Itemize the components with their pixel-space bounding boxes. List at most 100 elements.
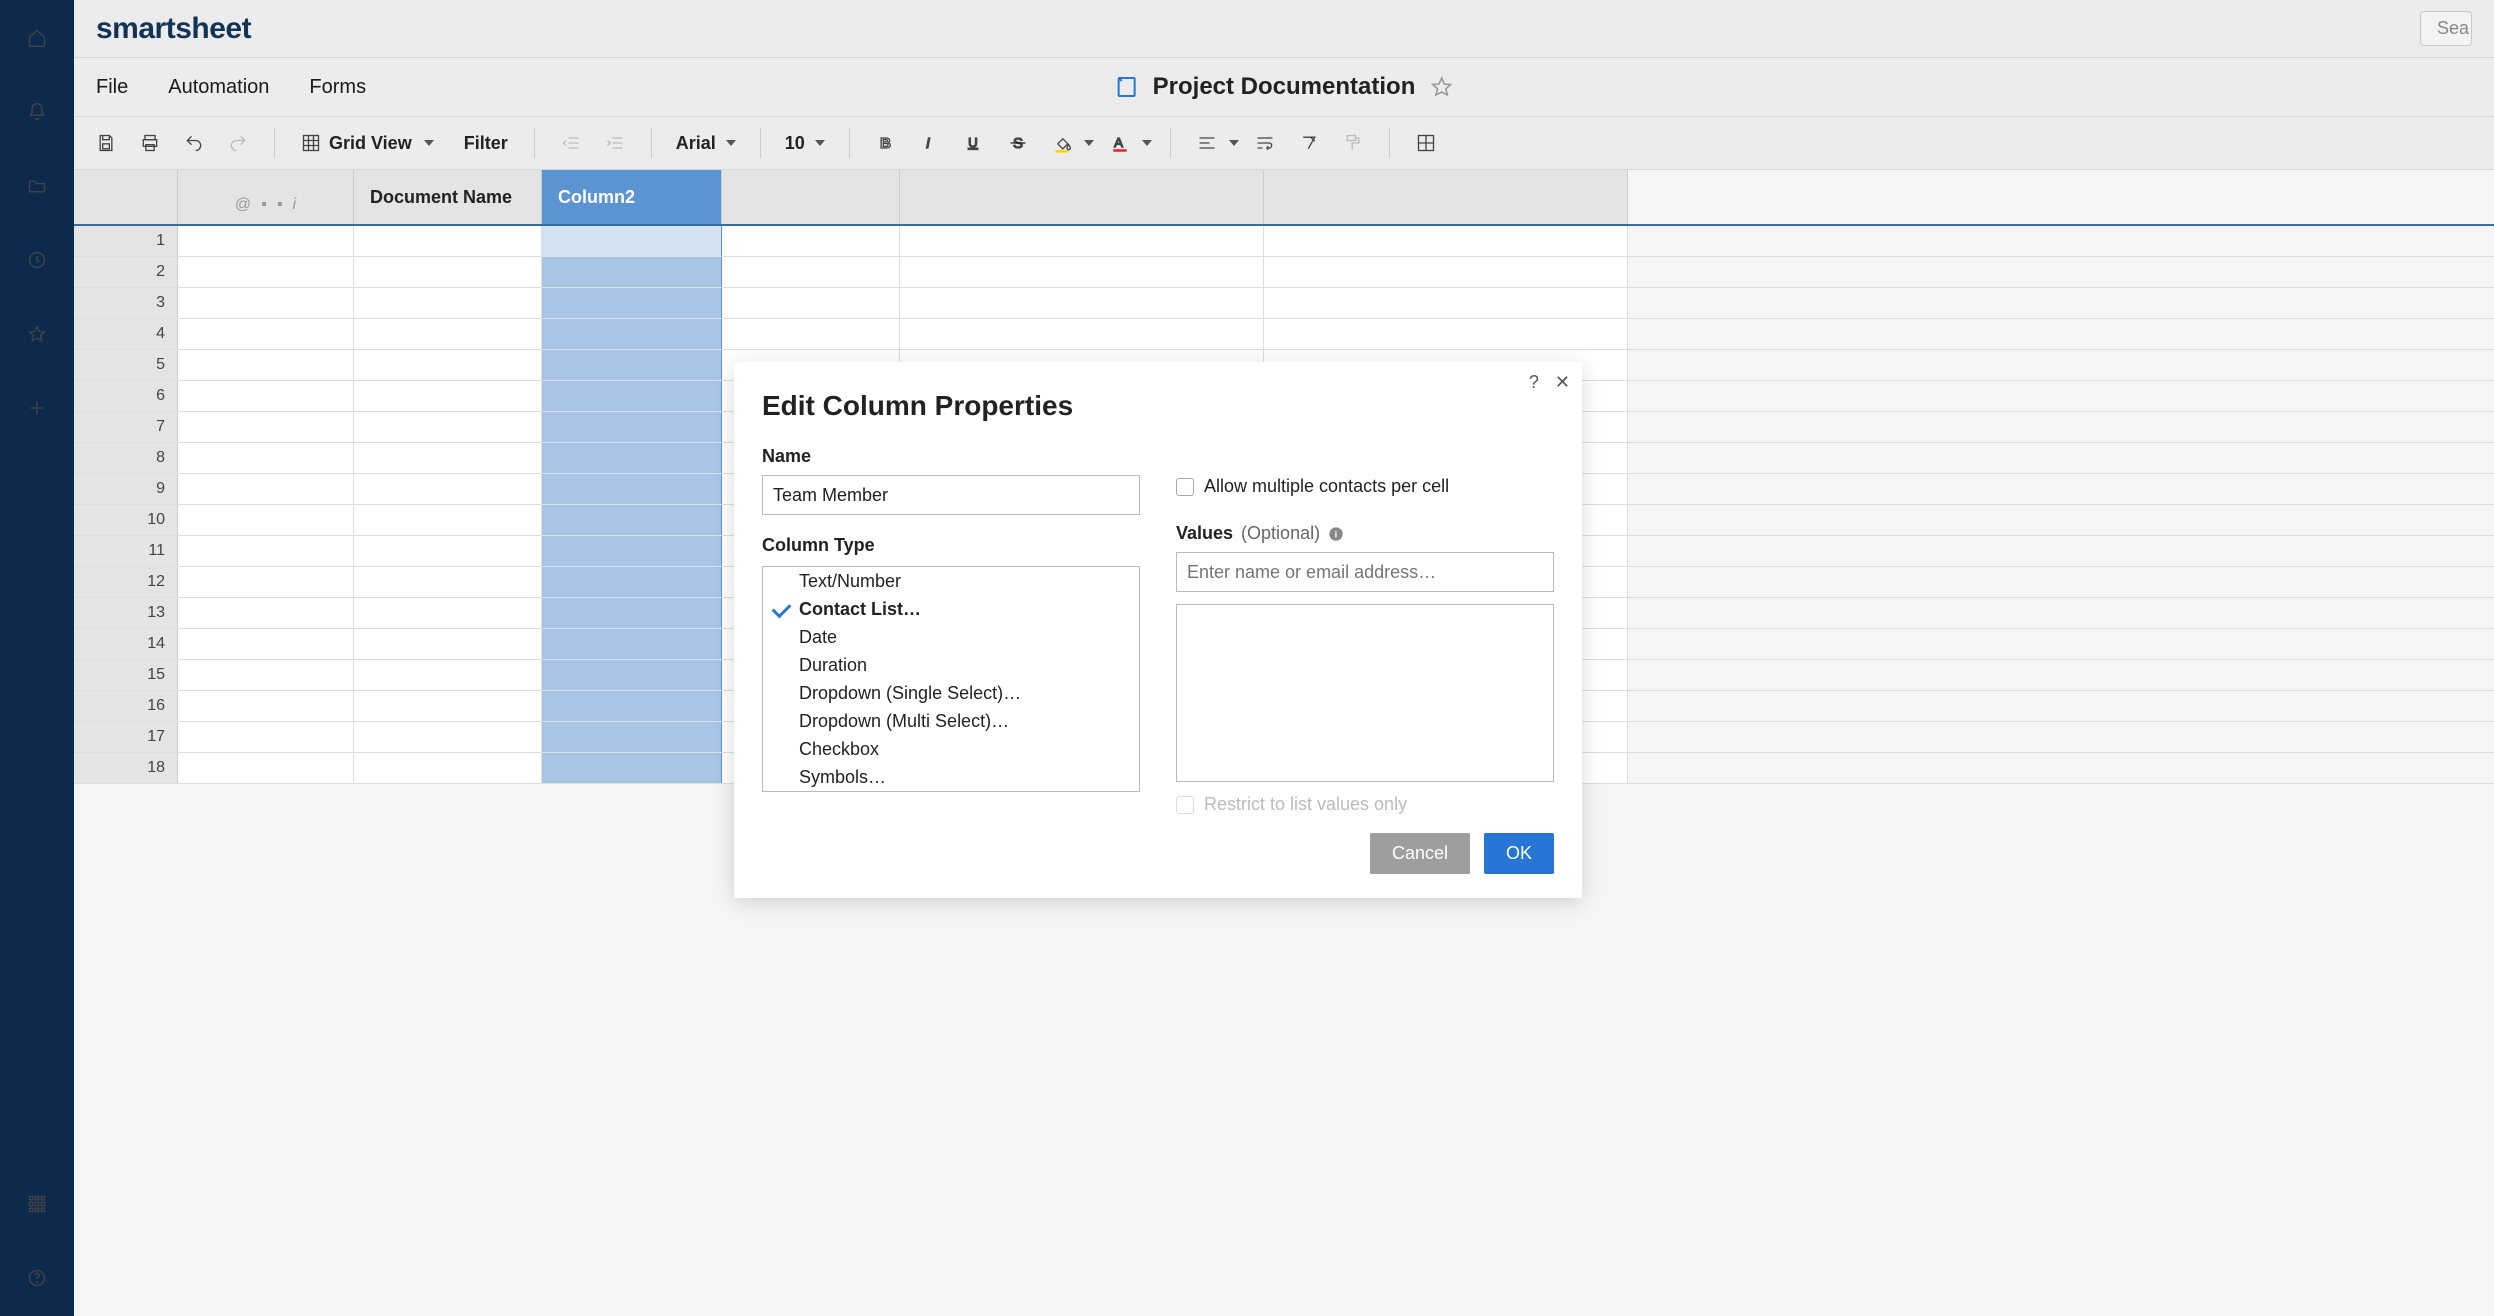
borders-icon[interactable]	[1408, 125, 1444, 161]
cell[interactable]	[542, 412, 722, 442]
select-all-corner[interactable]	[74, 170, 178, 224]
cell[interactable]	[542, 257, 722, 287]
wrap-text-icon[interactable]	[1247, 125, 1283, 161]
column-type-option[interactable]: Dropdown (Multi Select)…	[763, 707, 1139, 735]
row-number[interactable]: 12	[74, 567, 178, 597]
values-list-box[interactable]	[1176, 604, 1554, 782]
row-indicators-cell[interactable]	[178, 598, 354, 628]
modal-help-icon[interactable]: ?	[1529, 372, 1539, 393]
cell[interactable]	[1264, 288, 1628, 318]
cell[interactable]	[542, 288, 722, 318]
cell[interactable]	[354, 629, 542, 659]
cell[interactable]	[354, 567, 542, 597]
row-number[interactable]: 9	[74, 474, 178, 504]
cell[interactable]	[354, 350, 542, 380]
cell[interactable]	[542, 691, 722, 721]
redo-icon[interactable]	[220, 125, 256, 161]
add-icon[interactable]	[19, 390, 55, 426]
row-indicators-cell[interactable]	[178, 722, 354, 752]
recents-icon[interactable]	[19, 242, 55, 278]
row-number[interactable]: 15	[74, 660, 178, 690]
favorites-icon[interactable]	[19, 316, 55, 352]
cell[interactable]	[542, 443, 722, 473]
column-header-column2[interactable]: Column2	[542, 170, 722, 224]
chevron-down-icon[interactable]	[1084, 140, 1094, 146]
cell[interactable]	[542, 226, 722, 256]
cell[interactable]	[354, 598, 542, 628]
column-type-option[interactable]: Contact List…	[763, 595, 1139, 623]
cell[interactable]	[1264, 226, 1628, 256]
cell[interactable]	[1264, 319, 1628, 349]
save-icon[interactable]	[88, 125, 124, 161]
row-indicators-cell[interactable]	[178, 226, 354, 256]
cell[interactable]	[354, 226, 542, 256]
row-indicators-cell[interactable]	[178, 443, 354, 473]
row-number[interactable]: 18	[74, 753, 178, 783]
filter-button[interactable]: Filter	[450, 133, 516, 154]
chevron-down-icon[interactable]	[1229, 140, 1239, 146]
menu-automation[interactable]: Automation	[168, 76, 269, 99]
cell[interactable]	[354, 257, 542, 287]
search-box[interactable]: Sea	[2420, 11, 2472, 46]
column-header-empty-3[interactable]	[1264, 170, 1628, 224]
bold-icon[interactable]: B	[868, 125, 904, 161]
cell[interactable]	[722, 319, 900, 349]
font-picker[interactable]: Arial	[670, 133, 742, 154]
cell[interactable]	[542, 753, 722, 783]
cell[interactable]	[354, 288, 542, 318]
row-number[interactable]: 7	[74, 412, 178, 442]
format-painter-icon[interactable]	[1335, 125, 1371, 161]
column-type-option[interactable]: Duration	[763, 651, 1139, 679]
cell[interactable]	[354, 691, 542, 721]
row-number[interactable]: 8	[74, 443, 178, 473]
outdent-icon[interactable]	[553, 125, 589, 161]
column-header-empty-2[interactable]	[900, 170, 1264, 224]
row-indicators-cell[interactable]	[178, 753, 354, 783]
row-number[interactable]: 13	[74, 598, 178, 628]
cell[interactable]	[542, 598, 722, 628]
text-color-icon[interactable]: A	[1102, 125, 1138, 161]
modal-close-icon[interactable]: ✕	[1555, 372, 1570, 393]
column-type-option[interactable]: Date	[763, 623, 1139, 651]
row-indicators-cell[interactable]	[178, 288, 354, 318]
cell[interactable]	[542, 474, 722, 504]
cell[interactable]	[354, 381, 542, 411]
menu-file[interactable]: File	[96, 76, 128, 99]
info-icon[interactable]: i	[1328, 526, 1344, 542]
row-number[interactable]: 4	[74, 319, 178, 349]
cell[interactable]	[722, 288, 900, 318]
row-indicators-cell[interactable]	[178, 381, 354, 411]
cell[interactable]	[542, 629, 722, 659]
cell[interactable]	[1264, 257, 1628, 287]
cell[interactable]	[542, 722, 722, 752]
brand-logo[interactable]: smartsheet	[96, 12, 251, 46]
cell[interactable]	[354, 660, 542, 690]
document-title[interactable]: Project Documentation	[1153, 73, 1416, 101]
column-name-input[interactable]	[762, 475, 1140, 515]
view-picker[interactable]: Grid View	[293, 133, 442, 154]
ok-button[interactable]: OK	[1484, 833, 1554, 874]
row-indicators-cell[interactable]	[178, 350, 354, 380]
row-indicators-cell[interactable]	[178, 505, 354, 535]
cell[interactable]	[354, 319, 542, 349]
apps-icon[interactable]	[19, 1186, 55, 1222]
row-indicators-cell[interactable]	[178, 412, 354, 442]
italic-icon[interactable]: I	[912, 125, 948, 161]
cancel-button[interactable]: Cancel	[1370, 833, 1470, 874]
cell[interactable]	[722, 226, 900, 256]
indent-icon[interactable]	[597, 125, 633, 161]
row-indicators-cell[interactable]	[178, 319, 354, 349]
row-number[interactable]: 10	[74, 505, 178, 535]
cell[interactable]	[900, 319, 1264, 349]
row-indicators-cell[interactable]	[178, 660, 354, 690]
cell[interactable]	[354, 474, 542, 504]
row-number[interactable]: 3	[74, 288, 178, 318]
cell[interactable]	[900, 288, 1264, 318]
row-number[interactable]: 6	[74, 381, 178, 411]
row-number[interactable]: 1	[74, 226, 178, 256]
cell[interactable]	[722, 257, 900, 287]
row-number[interactable]: 14	[74, 629, 178, 659]
clear-format-icon[interactable]	[1291, 125, 1327, 161]
strikethrough-icon[interactable]: S	[1000, 125, 1036, 161]
folder-icon[interactable]	[19, 168, 55, 204]
